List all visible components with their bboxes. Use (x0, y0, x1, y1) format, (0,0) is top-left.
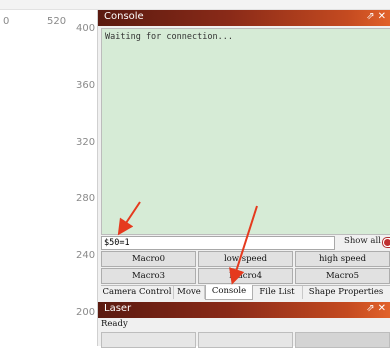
close-icon[interactable]: ✕ (378, 11, 389, 22)
ruler-tick: 360 (76, 80, 96, 91)
ruler-tick: 240 (76, 250, 96, 261)
console-panel: Console ⇗✕ Waiting for connection... $50… (97, 10, 390, 348)
ruler-tick: 320 (76, 137, 96, 148)
laser-title: Laser (104, 303, 132, 314)
top-strip (0, 0, 390, 10)
tab-camera-control[interactable]: Camera Control (101, 286, 174, 299)
show-all-label: Show all (344, 236, 381, 246)
pin-icon[interactable]: ⇗ (366, 11, 377, 22)
console-output-text: Waiting for connection... (105, 32, 233, 42)
console-title: Console (104, 11, 144, 22)
macro3-button[interactable]: Macro3 (101, 268, 196, 284)
command-input[interactable]: $50=1 (101, 236, 335, 250)
panel-tabs: Camera Control Move Console File List Sh… (101, 285, 390, 300)
macro4-button[interactable]: Macro4 (198, 268, 293, 284)
tab-console[interactable]: Console (205, 285, 253, 300)
ruler-label-left: 0 (3, 16, 10, 27)
ruler-tick: 200 (76, 307, 96, 318)
console-title-bar[interactable]: Console ⇗✕ (98, 10, 390, 26)
ruler-tick: 400 (76, 23, 96, 34)
high-speed-button[interactable]: high speed (295, 251, 390, 267)
pin-icon[interactable]: ⇗ (366, 303, 377, 314)
console-output[interactable]: Waiting for connection... (101, 28, 390, 235)
macro0-button[interactable]: Macro0 (101, 251, 196, 267)
work-canvas[interactable]: 0 520 400 360 320 280 240 200 (0, 10, 96, 346)
tab-move[interactable]: Move (174, 286, 205, 299)
laser-title-bar[interactable]: Laser ⇗✕ (98, 302, 390, 318)
laser-status: Ready (101, 319, 128, 329)
low-speed-button[interactable]: low speed (198, 251, 293, 267)
tab-shape-properties[interactable]: Shape Properties (303, 286, 389, 299)
ruler-label-top: 520 (47, 16, 67, 27)
tab-file-list[interactable]: File List (252, 286, 303, 299)
close-icon[interactable]: ✕ (378, 303, 389, 314)
macro5-button[interactable]: Macro5 (295, 268, 390, 284)
show-all-toggle[interactable] (382, 237, 390, 248)
ruler-tick: 280 (76, 193, 96, 204)
